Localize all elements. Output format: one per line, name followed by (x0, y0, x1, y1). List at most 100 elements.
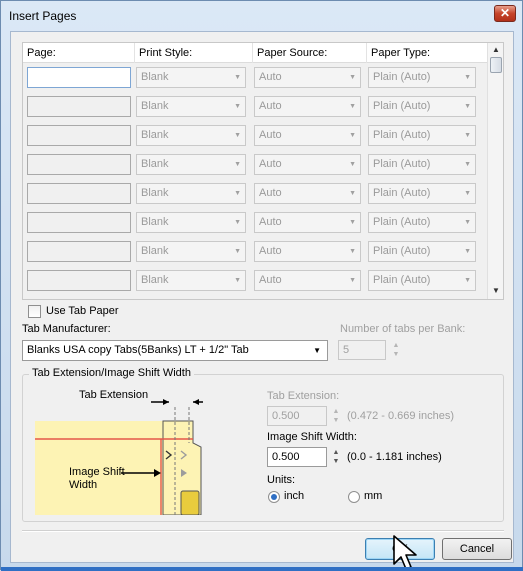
scroll-up-icon[interactable]: ▲ (492, 45, 500, 54)
unit-inch-label: inch (284, 490, 305, 502)
chevron-down-icon: ▼ (234, 74, 241, 81)
taskbar-edge (1, 567, 523, 571)
paper-source-select[interactable]: Auto ▼ (254, 183, 361, 204)
image-shift-width-label: Image Shift Width: (267, 431, 357, 443)
column-header-print-style: Print Style: (135, 43, 253, 63)
diagram-image-shift-label: Image Shift (69, 466, 125, 478)
spin-down-icon[interactable]: ▼ (331, 457, 341, 466)
tabs-per-bank-spinner[interactable]: ▲ ▼ (391, 341, 401, 361)
paper-type-select[interactable]: Plain (Auto) ▼ (368, 212, 476, 233)
chevron-down-icon: ▼ (234, 103, 241, 110)
print-style-select[interactable]: Blank ▼ (136, 241, 246, 262)
tab-extension-spinner[interactable]: ▲ ▼ (331, 407, 341, 427)
pages-table: Page: Print Style: Paper Source: Paper T… (22, 42, 504, 300)
paper-source-select[interactable]: Auto ▼ (254, 212, 361, 233)
paper-type-select[interactable]: Plain (Auto) ▼ (368, 96, 476, 117)
table-row: Blank ▼ Auto ▼ Plain (Auto) ▼ (23, 93, 488, 120)
close-button[interactable]: ✕ (494, 5, 516, 22)
insert-pages-dialog: Insert Pages ✕ Page: Print Style: Paper … (0, 0, 523, 571)
chevron-down-icon: ▼ (464, 74, 471, 81)
page-number-input[interactable] (27, 183, 131, 204)
diagram-width-label: Width (69, 479, 98, 491)
chevron-down-icon: ▼ (234, 190, 241, 197)
dialog-title: Insert Pages (9, 9, 77, 23)
tab-extension-input[interactable]: 0.500 (267, 406, 327, 426)
spin-up-icon[interactable]: ▲ (331, 448, 341, 457)
chevron-down-icon: ▼ (349, 161, 356, 168)
page-number-input[interactable] (27, 96, 131, 117)
chevron-down-icon: ▼ (349, 103, 356, 110)
spin-up-icon[interactable]: ▲ (391, 341, 401, 350)
chevron-down-icon: ▼ (464, 219, 471, 226)
unit-inch-radio[interactable] (268, 491, 280, 503)
tab-shift-diagram (35, 399, 203, 515)
tab-extension-range: (0.472 - 0.669 inches) (347, 410, 455, 422)
paper-type-select[interactable]: Plain (Auto) ▼ (368, 125, 476, 146)
paper-type-select[interactable]: Plain (Auto) ▼ (368, 67, 476, 88)
page-number-input[interactable] (27, 154, 131, 175)
table-row: Blank ▼ Auto ▼ Plain (Auto) ▼ (23, 151, 488, 178)
cancel-button[interactable]: Cancel (442, 538, 512, 560)
image-shift-width-range: (0.0 - 1.181 inches) (347, 451, 442, 463)
paper-type-select[interactable]: Plain (Auto) ▼ (368, 183, 476, 204)
print-style-select[interactable]: Blank ▼ (136, 67, 246, 88)
chevron-down-icon: ▼ (234, 161, 241, 168)
chevron-down-icon: ▼ (464, 277, 471, 284)
tab-manufacturer-select[interactable]: Blanks USA copy Tabs(5Banks) LT + 1/2" T… (22, 340, 328, 361)
spin-up-icon[interactable]: ▲ (331, 407, 341, 416)
table-row: Blank ▼ Auto ▼ Plain (Auto) ▼ (23, 209, 488, 236)
chevron-down-icon: ▼ (464, 103, 471, 110)
use-tab-paper-checkbox[interactable] (28, 305, 41, 318)
column-header-page: Page: (23, 43, 135, 63)
print-style-select[interactable]: Blank ▼ (136, 154, 246, 175)
group-title: Tab Extension/Image Shift Width (29, 367, 194, 379)
scroll-down-icon[interactable]: ▼ (492, 286, 500, 295)
dialog-body: Page: Print Style: Paper Source: Paper T… (10, 31, 514, 563)
table-scrollbar[interactable]: ▲ ▼ (487, 43, 503, 299)
spin-down-icon[interactable]: ▼ (391, 350, 401, 359)
print-style-select[interactable]: Blank ▼ (136, 212, 246, 233)
print-style-select[interactable]: Blank ▼ (136, 270, 246, 291)
paper-source-select[interactable]: Auto ▼ (254, 67, 361, 88)
chevron-down-icon: ▼ (234, 132, 241, 139)
chevron-down-icon: ▼ (349, 248, 356, 255)
table-row: Blank ▼ Auto ▼ Plain (Auto) ▼ (23, 180, 488, 207)
unit-mm-radio[interactable] (348, 491, 360, 503)
chevron-down-icon: ▼ (234, 248, 241, 255)
paper-source-select[interactable]: Auto ▼ (254, 125, 361, 146)
title-bar[interactable]: Insert Pages ✕ (1, 1, 522, 29)
image-shift-width-spinner[interactable]: ▲ ▼ (331, 448, 341, 468)
image-shift-width-input[interactable]: 0.500 (267, 447, 327, 467)
unit-mm-label: mm (364, 490, 383, 502)
paper-source-select[interactable]: Auto ▼ (254, 96, 361, 117)
paper-type-select[interactable]: Plain (Auto) ▼ (368, 154, 476, 175)
chevron-down-icon: ▼ (464, 161, 471, 168)
print-style-select[interactable]: Blank ▼ (136, 125, 246, 146)
chevron-down-icon: ▼ (234, 219, 241, 226)
paper-type-select[interactable]: Plain (Auto) ▼ (368, 270, 476, 291)
page-number-input[interactable] (27, 212, 131, 233)
paper-source-select[interactable]: Auto ▼ (254, 154, 361, 175)
table-header: Page: Print Style: Paper Source: Paper T… (23, 43, 488, 63)
tabs-per-bank-input[interactable]: 5 (338, 340, 386, 360)
spin-down-icon[interactable]: ▼ (331, 416, 341, 425)
print-style-select[interactable]: Blank ▼ (136, 183, 246, 204)
print-style-select[interactable]: Blank ▼ (136, 96, 246, 117)
page-number-input[interactable] (27, 125, 131, 146)
table-row: Blank ▼ Auto ▼ Plain (Auto) ▼ (23, 238, 488, 265)
diagram-tab-extension-label: Tab Extension (79, 389, 149, 401)
paper-source-select[interactable]: Auto ▼ (254, 270, 361, 291)
paper-source-select[interactable]: Auto ▼ (254, 241, 361, 262)
paper-type-select[interactable]: Plain (Auto) ▼ (368, 241, 476, 262)
column-header-paper-type: Paper Type: (367, 43, 488, 63)
table-row: Blank ▼ Auto ▼ Plain (Auto) ▼ (23, 267, 488, 294)
use-tab-paper-label: Use Tab Paper (46, 305, 119, 317)
chevron-down-icon: ▼ (349, 74, 356, 81)
tab-extension-group: Tab Extension/Image Shift Width Tab Exte… (22, 367, 504, 522)
chevron-down-icon: ▼ (349, 277, 356, 284)
page-number-input[interactable] (27, 270, 131, 291)
scrollbar-thumb[interactable] (490, 57, 502, 73)
page-number-input[interactable] (27, 67, 131, 88)
chevron-down-icon: ▼ (464, 248, 471, 255)
page-number-input[interactable] (27, 241, 131, 262)
